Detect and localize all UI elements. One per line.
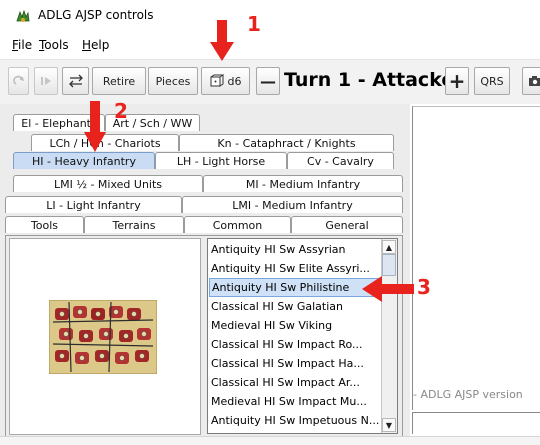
- tab-general[interactable]: General: [291, 216, 403, 233]
- menu-tools[interactable]: Tools: [39, 38, 69, 52]
- menu-help[interactable]: Help: [82, 38, 109, 52]
- list-item[interactable]: Antiquity HI Sw Impetuous N...: [209, 411, 379, 430]
- callout-number-3: 3: [417, 275, 431, 299]
- window-title: ADLG AJSP controls: [38, 8, 154, 22]
- d6-button[interactable]: d6: [201, 67, 250, 95]
- tab-common[interactable]: Common: [184, 216, 291, 233]
- tab-heavy-infantry[interactable]: HI - Heavy Infantry: [13, 152, 155, 169]
- redo-button[interactable]: [8, 67, 29, 95]
- tab-light-infantry[interactable]: LI - Light Infantry: [5, 196, 182, 213]
- list-item[interactable]: Classical HI Sw Impact Ar...: [209, 373, 379, 392]
- tab-light-medium-infantry[interactable]: LMI - Medium Infantry: [182, 196, 403, 213]
- menu-tools-label: ools: [44, 38, 69, 52]
- tab-light-horse[interactable]: LH - Light Horse: [155, 152, 287, 169]
- version-text: - ADLG AJSP version: [413, 388, 523, 401]
- list-item[interactable]: Classical HI Sw Impact Ha...: [209, 354, 379, 373]
- dice-icon: [210, 74, 224, 87]
- d6-label: d6: [227, 74, 242, 88]
- swap-sides-button[interactable]: [62, 67, 89, 95]
- list-item-selected[interactable]: Antiquity HI Sw Philistine: [209, 278, 379, 297]
- screenshot-button[interactable]: [522, 67, 540, 95]
- list-item[interactable]: Medieval HI Sw Impact Mu...: [209, 392, 379, 411]
- redo-icon: [12, 75, 24, 85]
- step-forward-button[interactable]: [34, 67, 58, 95]
- tab-terrains[interactable]: Terrains: [84, 216, 184, 233]
- unit-figures-image: [49, 300, 157, 374]
- callout-number-2: 2: [114, 99, 128, 123]
- menu-bar: [0, 31, 540, 59]
- swap-arrows-icon: [68, 74, 83, 88]
- scroll-up-icon[interactable]: ▲: [382, 240, 396, 254]
- app-logo-icon: [16, 9, 30, 22]
- list-item[interactable]: Antiquity HI Sw Assyrian: [209, 240, 379, 259]
- tab-tools[interactable]: Tools: [5, 216, 84, 233]
- tab-cavalry[interactable]: Cv - Cavalry: [287, 152, 394, 169]
- list-item[interactable]: Medieval HI Sw Viking: [209, 316, 379, 335]
- next-turn-button[interactable]: +: [445, 67, 469, 95]
- bottom-divider[interactable]: [0, 436, 540, 445]
- scroll-down-icon[interactable]: ▼: [382, 418, 396, 432]
- scroll-thumb[interactable]: [382, 254, 396, 276]
- list-item[interactable]: Antiquity HI Sw Elite Assyri...: [209, 259, 379, 278]
- callout-number-1: 1: [247, 12, 261, 36]
- menu-help-accel: H: [82, 38, 92, 52]
- callout-arrow-down-icon: [84, 101, 106, 152]
- tab-mixed-units[interactable]: LMI ½ - Mixed Units: [13, 175, 203, 192]
- list-item[interactable]: Classical HI Sw Impact Ro...: [209, 335, 379, 354]
- status-strip: [412, 412, 540, 434]
- menu-file[interactable]: File: [12, 38, 32, 52]
- menu-help-label: elp: [91, 38, 110, 52]
- callout-arrow-down-icon: [210, 20, 234, 61]
- pieces-button[interactable]: Pieces: [148, 67, 198, 95]
- list-item[interactable]: Classical HI Sw Galatian: [209, 297, 379, 316]
- callout-arrow-left-icon: [362, 276, 414, 302]
- turn-indicator: Turn 1 - Attacker: [284, 69, 464, 91]
- retire-button[interactable]: Retire: [92, 67, 146, 95]
- previous-turn-button[interactable]: —: [256, 67, 280, 95]
- tab-knights[interactable]: Kn - Cataphract / Knights: [179, 134, 394, 151]
- tab-medium-infantry[interactable]: MI - Medium Infantry: [203, 175, 403, 192]
- step-forward-icon: [41, 77, 51, 85]
- map-panel[interactable]: [412, 106, 540, 410]
- qrs-button[interactable]: QRS: [474, 67, 510, 95]
- menu-file-label: ile: [18, 38, 33, 52]
- camera-icon: [529, 76, 540, 86]
